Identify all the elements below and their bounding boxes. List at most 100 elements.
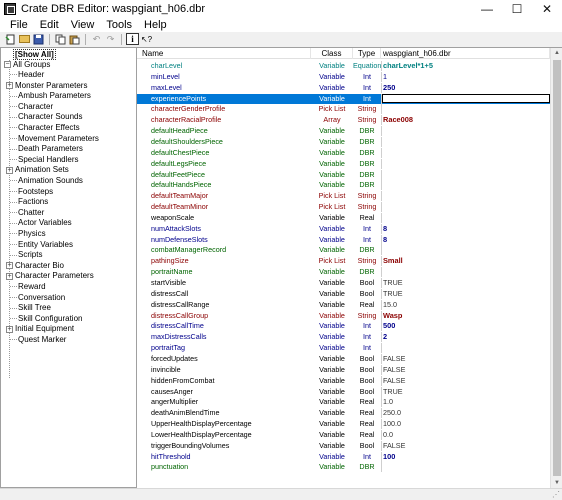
row-value[interactable] [382, 104, 550, 114]
tree-item[interactable]: Character Sounds [10, 112, 82, 122]
row-value[interactable]: 15.0 [382, 300, 550, 310]
tree-item[interactable]: Conversation [10, 293, 65, 303]
row-value[interactable]: 1.0 [382, 397, 550, 407]
scrollbar-thumb[interactable] [553, 60, 561, 476]
grid-row[interactable]: defaultTeamMajor Pick List String [137, 191, 550, 202]
grid-row[interactable]: distressCall Variable Bool TRUE [137, 288, 550, 299]
grid-row[interactable]: distressCallGroup Variable String Wasp [137, 310, 550, 321]
row-value[interactable] [382, 148, 550, 158]
tree-item[interactable]: Factions [10, 197, 48, 207]
info-button[interactable]: i [126, 33, 139, 45]
row-value[interactable]: 1 [382, 72, 550, 82]
tree-item[interactable]: Ambush Parameters [10, 91, 91, 101]
tree-item[interactable]: + Monster Parameters [6, 81, 87, 91]
grid-row[interactable]: defaultHandsPiece Variable DBR [137, 180, 550, 191]
expand-icon[interactable]: + [6, 81, 13, 89]
grid-row[interactable]: portraitTag Variable Int [137, 343, 550, 354]
tree-item[interactable]: + Animation Sets [6, 165, 69, 175]
grid-row[interactable]: maxDistressCalls Variable Int 2 [137, 332, 550, 343]
grid-row[interactable]: defaultHeadPiece Variable DBR [137, 126, 550, 137]
grid-row[interactable]: LowerHealthDisplayPercentage Variable Real… [137, 429, 550, 440]
grid-row[interactable]: experiencePoints Variable Int 2200 [137, 93, 550, 104]
tree-all-groups[interactable]: − All Groups [4, 60, 50, 70]
row-value[interactable]: Small [382, 256, 550, 266]
grid-row[interactable]: punctuation Variable DBR [137, 462, 550, 473]
grid-row[interactable]: numDefenseSlots Variable Int 8 [137, 234, 550, 245]
tree-item[interactable]: Quest Marker [10, 335, 66, 345]
row-value[interactable]: FALSE [382, 441, 550, 451]
tree-item[interactable]: Animation Sounds [10, 176, 83, 186]
row-value[interactable]: charLevel*1+5 [382, 61, 550, 71]
tree-item[interactable]: Special Handlers [10, 155, 78, 165]
property-grid[interactable]: Name Class Type waspgiant_h06.dbr charLe… [137, 47, 562, 488]
new-document-icon[interactable] [4, 33, 17, 45]
redo-icon[interactable]: ↷ [104, 33, 117, 45]
grid-row[interactable]: combatManagerRecord Variable DBR [137, 245, 550, 256]
column-header-name[interactable]: Name [137, 48, 311, 59]
row-value[interactable]: FALSE [382, 354, 550, 364]
column-header-class[interactable]: Class [311, 48, 353, 59]
grid-row[interactable]: defaultShouldersPiece Variable DBR [137, 136, 550, 147]
tree-item[interactable]: + Character Bio [6, 261, 64, 271]
vertical-scrollbar[interactable]: ▲ ▼ [550, 48, 562, 488]
row-value[interactable] [382, 159, 550, 169]
row-value[interactable]: 100.0 [382, 419, 550, 429]
row-value[interactable]: Wasp [382, 311, 550, 321]
grid-row[interactable]: pathingSize Pick List String Small [137, 256, 550, 267]
grid-row[interactable]: portraitName Variable DBR [137, 267, 550, 278]
tree-item[interactable]: Entity Variables [10, 240, 73, 250]
grid-row[interactable]: triggerBoundingVolumes Variable Bool FALSE [137, 440, 550, 451]
grid-row[interactable]: minLevel Variable Int 1 [137, 71, 550, 82]
row-value[interactable]: 500 [382, 321, 550, 331]
row-value[interactable] [382, 137, 550, 147]
grid-row[interactable]: defaultChestPiece Variable DBR [137, 147, 550, 158]
tree-item[interactable]: Skill Tree [10, 303, 51, 313]
grid-row[interactable]: hiddenFromCombat Variable Bool FALSE [137, 375, 550, 386]
row-value[interactable] [382, 462, 550, 472]
group-tree[interactable]: [Show All] − All Groups Header + Monster Pa… [0, 47, 137, 488]
row-value[interactable]: TRUE [382, 387, 550, 397]
row-value[interactable]: FALSE [382, 376, 550, 386]
menu-file[interactable]: File [4, 19, 34, 31]
row-value[interactable]: 0.0 [382, 430, 550, 440]
grid-row[interactable]: angerMultiplier Variable Real 1.0 [137, 397, 550, 408]
column-header-type[interactable]: Type [353, 48, 381, 59]
grid-row[interactable]: characterGenderProfile Pick List String [137, 104, 550, 115]
tree-item[interactable]: Scripts [10, 250, 42, 260]
row-value[interactable] [382, 245, 550, 255]
menu-view[interactable]: View [65, 19, 101, 31]
grid-row[interactable]: forcedUpdates Variable Bool FALSE [137, 353, 550, 364]
row-value[interactable]: 100 [382, 452, 550, 462]
open-folder-icon[interactable] [18, 33, 31, 45]
row-value[interactable] [382, 213, 550, 223]
tree-item[interactable]: Movement Parameters [10, 134, 99, 144]
row-value[interactable] [382, 170, 550, 180]
scroll-up-icon[interactable]: ▲ [551, 48, 562, 59]
column-header-file[interactable]: waspgiant_h06.dbr [381, 48, 550, 59]
paste-icon[interactable] [68, 33, 81, 45]
row-value[interactable]: 250.0 [382, 408, 550, 418]
help-cursor-icon[interactable]: ↖? [140, 33, 153, 45]
menu-tools[interactable]: Tools [100, 19, 138, 31]
expand-icon[interactable]: + [6, 262, 13, 270]
row-value[interactable]: 2 [382, 332, 550, 342]
grid-row[interactable]: maxLevel Variable Int 250 [137, 82, 550, 93]
close-button[interactable]: ✕ [532, 0, 562, 18]
grid-row[interactable]: invincible Variable Bool FALSE [137, 364, 550, 375]
row-value[interactable]: 8 [382, 235, 550, 245]
grid-row[interactable]: charLevel Variable Equation charLevel*1+5 [137, 61, 550, 71]
menu-help[interactable]: Help [138, 19, 173, 31]
grid-row[interactable]: distressCallRange Variable Real 15.0 [137, 299, 550, 310]
resize-grip-icon[interactable]: ⋰ [552, 490, 560, 499]
row-value[interactable]: Race008 [382, 115, 550, 125]
row-value[interactable] [382, 267, 550, 277]
row-value[interactable]: 2200 [382, 93, 550, 103]
grid-row[interactable]: distressCallTime Variable Int 500 [137, 321, 550, 332]
grid-row[interactable]: defaultTeamMinor Pick List String [137, 202, 550, 213]
grid-row[interactable]: weaponScale Variable Real [137, 212, 550, 223]
row-value[interactable]: 250 [382, 83, 550, 93]
grid-row[interactable]: defaultFeetPiece Variable DBR [137, 169, 550, 180]
tree-item[interactable]: Character [10, 102, 53, 112]
tree-item[interactable]: Death Parameters [10, 144, 83, 154]
grid-row[interactable]: UpperHealthDisplayPercentage Variable Real… [137, 419, 550, 430]
